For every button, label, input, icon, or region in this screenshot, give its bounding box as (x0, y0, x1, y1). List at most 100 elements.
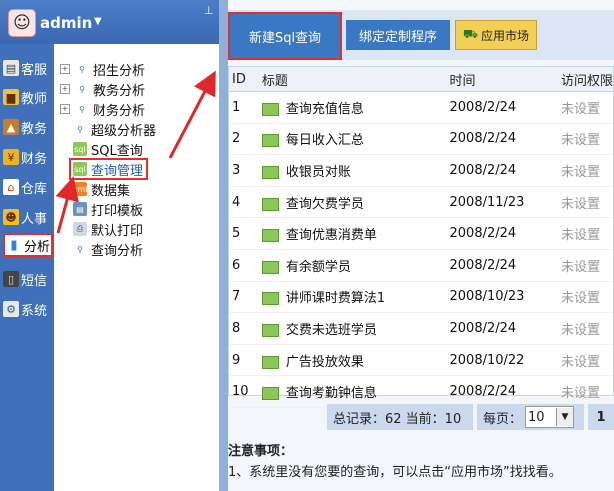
nav-item-academic[interactable]: ▲ 教务 (3, 115, 47, 139)
pin-icon[interactable]: ⊥ (204, 4, 214, 17)
column-header-time[interactable]: 时间 (449, 67, 561, 92)
sql-icon (261, 229, 279, 243)
cell-title[interactable]: 讲师课时费算法1 (261, 281, 450, 314)
person-icon: ☻ (3, 209, 19, 225)
system-icon: ⚙ (3, 301, 19, 317)
sql-icon: sql (73, 162, 87, 176)
money-icon: ¥ (3, 149, 19, 165)
pagination: 总记录：62 当前：10 每页： 10 ▼ 1 (228, 404, 614, 434)
cell-permission[interactable]: 未设置 (560, 281, 613, 314)
cell-permission[interactable]: 未设置 (560, 154, 613, 187)
top-bar: ☺ admin ▼ ⊥ (0, 0, 219, 44)
nav-item-customer-service[interactable]: ▤ 客服 (3, 56, 47, 80)
nav-item-system[interactable]: ⚙ 系统 (3, 297, 47, 321)
cell-id: 3 (229, 154, 262, 187)
cell-id: 10 (229, 375, 262, 408)
cell-permission[interactable]: 未设置 (560, 344, 613, 377)
sql-icon (261, 134, 279, 148)
notes-heading: 注意事项： (228, 444, 294, 459)
cell-id: 6 (229, 249, 262, 282)
avatar[interactable]: ☺ (8, 9, 36, 37)
cell-id: 5 (229, 217, 262, 250)
per-page-select[interactable]: 10 ▼ (525, 406, 575, 428)
main-panel: 新建Sql查询 绑定定制程序 ⛟ 应用市场 ID 标题 时间 访问权限 1 查询充… (228, 0, 614, 491)
nav-item-finance[interactable]: ¥ 财务 (3, 145, 47, 169)
cell-title[interactable]: 查询考勤钟信息 (261, 375, 450, 408)
cell-permission[interactable]: 未设置 (560, 375, 613, 408)
username[interactable]: admin (40, 14, 92, 32)
tree-item-enrollment-analysis[interactable]: + ⚲ 招生分析 (60, 60, 145, 79)
tree-item-default-print[interactable]: ⎙ 默认打印 (73, 220, 143, 239)
house-icon: ⌂ (3, 179, 19, 195)
print-template-icon: ▤ (73, 202, 87, 216)
search-icon: ⚲ (79, 104, 85, 114)
sql-icon (261, 102, 279, 116)
cell-title[interactable]: 查询欠费学员 (261, 186, 450, 219)
cell-permission[interactable]: 未设置 (560, 186, 613, 219)
cell-permission[interactable]: 未设置 (560, 312, 613, 345)
app-market-button[interactable]: ⛟ 应用市场 (455, 20, 537, 50)
search-icon: ⚲ (79, 64, 85, 74)
tree-item-sql-query[interactable]: sql SQL查询 (73, 140, 143, 159)
cell-time: 2008/2/24 (449, 91, 561, 124)
notes: 注意事项： 1、系统里没有您要的查询，可以点击“应用市场”找找看。 (228, 440, 614, 480)
cell-title[interactable]: 有余额学员 (261, 249, 450, 282)
tree-item-academic-analysis[interactable]: + ⚲ 教务分析 (60, 80, 145, 99)
column-header-title[interactable]: 标题 (261, 67, 450, 92)
table-row[interactable]: 2 每日收入汇总 2008/2/24 未设置 (229, 123, 613, 156)
table-row[interactable]: 5 查询优惠消费单 2008/2/24 未设置 (229, 217, 613, 250)
table-row[interactable]: 3 收银员对账 2008/2/24 未设置 (229, 154, 613, 187)
column-header-permission[interactable]: 访问权限 (560, 67, 613, 92)
sql-icon (261, 387, 279, 401)
nav-item-teacher[interactable]: ▆ 教师 (3, 85, 47, 109)
nav-item-sms[interactable]: ▯ 短信 (3, 267, 47, 291)
table-row[interactable]: 6 有余额学员 2008/2/24 未设置 (229, 249, 613, 282)
page-number-button[interactable]: 1 (588, 404, 614, 430)
cell-title[interactable]: 查询充值信息 (261, 91, 450, 124)
cell-title[interactable]: 广告投放效果 (261, 344, 450, 377)
sql-icon (261, 165, 279, 179)
chevron-down-icon[interactable]: ▼ (94, 16, 102, 27)
bind-custom-program-button[interactable]: 绑定定制程序 (346, 20, 450, 50)
cell-title[interactable]: 收银员对账 (261, 154, 450, 187)
table-row[interactable]: 1 查询充值信息 2008/2/24 未设置 (229, 91, 613, 124)
new-sql-query-button[interactable]: 新建Sql查询 (228, 12, 342, 60)
tree-item-super-analyzer[interactable]: ⚲ 超级分析器 (73, 120, 156, 139)
nav-item-hr[interactable]: ☻ 人事 (3, 205, 47, 229)
tree-item-query-analysis[interactable]: ⚲ 查询分析 (73, 240, 143, 259)
cell-time: 2008/11/23 (449, 186, 561, 219)
expand-icon[interactable]: + (60, 84, 70, 94)
chevron-down-icon[interactable]: ▼ (556, 408, 574, 426)
cell-time: 2008/2/24 (449, 217, 561, 250)
splitter[interactable] (219, 0, 228, 491)
table-row[interactable]: 10 查询考勤钟信息 2008/2/24 未设置 (229, 375, 613, 408)
cell-permission[interactable]: 未设置 (560, 217, 613, 250)
table-row[interactable]: 7 讲师课时费算法1 2008/10/23 未设置 (229, 281, 613, 314)
table-row[interactable]: 8 交费未选班学员 2008/2/24 未设置 (229, 312, 613, 345)
tree-item-print-template[interactable]: ▤ 打印模板 (73, 200, 143, 219)
cell-permission[interactable]: 未设置 (560, 123, 613, 156)
cell-title[interactable]: 交费未选班学员 (261, 312, 450, 345)
cell-permission[interactable]: 未设置 (560, 91, 613, 124)
toolbar: 新建Sql查询 绑定定制程序 ⛟ 应用市场 (228, 10, 614, 60)
expand-icon[interactable]: + (60, 104, 70, 114)
cell-title[interactable]: 每日收入汇总 (261, 123, 450, 156)
nav-item-warehouse[interactable]: ⌂ 仓库 (3, 175, 47, 199)
table-header-row: ID 标题 时间 访问权限 (229, 67, 613, 92)
cell-permission[interactable]: 未设置 (560, 249, 613, 282)
tree-item-query-management[interactable]: sql 查询管理 (69, 158, 149, 180)
cell-title[interactable]: 查询优惠消费单 (261, 217, 450, 250)
tree-item-finance-analysis[interactable]: + ⚲ 财务分析 (60, 100, 145, 119)
cell-time: 2008/2/24 (449, 375, 561, 408)
column-header-id[interactable]: ID (229, 67, 262, 92)
notes-line: 1、系统里没有您要的查询，可以点击“应用市场”找找看。 (228, 465, 562, 480)
printer-icon: ⎙ (73, 222, 87, 236)
per-page-control: 每页： 10 ▼ (477, 404, 584, 430)
table-row[interactable]: 4 查询欠费学员 2008/11/23 未设置 (229, 186, 613, 219)
sql-icon (261, 355, 279, 369)
tree-item-dataset[interactable]: xml 数据集 (73, 180, 130, 199)
search-icon: ⚲ (79, 84, 85, 94)
table-row[interactable]: 9 广告投放效果 2008/10/22 未设置 (229, 344, 613, 377)
expand-icon[interactable]: + (60, 64, 70, 74)
nav-item-analysis[interactable]: ▮ 分析 (3, 233, 53, 257)
